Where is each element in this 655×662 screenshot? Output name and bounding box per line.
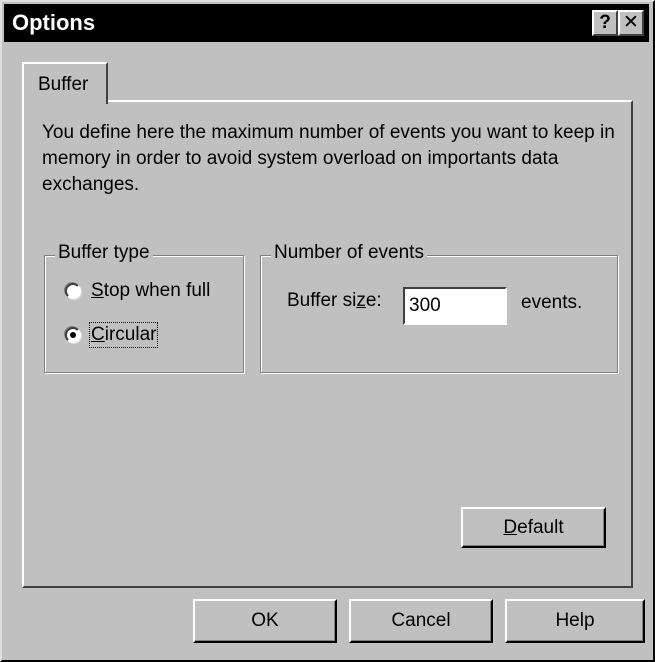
description-text: You define here the maximum number of ev… bbox=[42, 122, 615, 195]
number-of-events-label: Number of events bbox=[271, 242, 427, 264]
radio-button-icon[interactable] bbox=[65, 283, 81, 299]
number-of-events-group: Number of events Buffer size: events. bbox=[260, 242, 618, 373]
default-button[interactable]: Default bbox=[461, 507, 606, 548]
help-button[interactable]: Help bbox=[505, 599, 645, 643]
ok-button[interactable]: OK bbox=[193, 599, 337, 643]
radio-circular[interactable]: Circular bbox=[65, 322, 159, 348]
radio-stop-when-full[interactable]: Stop when full bbox=[65, 280, 210, 302]
events-unit-label: events. bbox=[521, 292, 583, 313]
buffer-size-input[interactable] bbox=[403, 287, 507, 325]
buffer-type-label: Buffer type bbox=[55, 242, 153, 264]
radio-label-stop-when-full: Stop when full bbox=[91, 280, 211, 301]
cancel-button[interactable]: Cancel bbox=[349, 599, 493, 643]
buffer-type-group: Buffer type Stop when full Circular bbox=[44, 242, 244, 373]
window-title: Options bbox=[12, 10, 96, 35]
radio-label-circular: Circular bbox=[88, 322, 159, 348]
buffer-size-label: Buffer size: bbox=[287, 290, 382, 311]
tab-buffer[interactable]: Buffer bbox=[22, 62, 108, 104]
close-icon[interactable]: ✕ bbox=[618, 10, 644, 36]
title-bar[interactable]: Options ? ✕ bbox=[4, 4, 649, 42]
radio-button-checked-icon[interactable] bbox=[65, 327, 81, 343]
help-icon[interactable]: ? bbox=[592, 10, 618, 36]
